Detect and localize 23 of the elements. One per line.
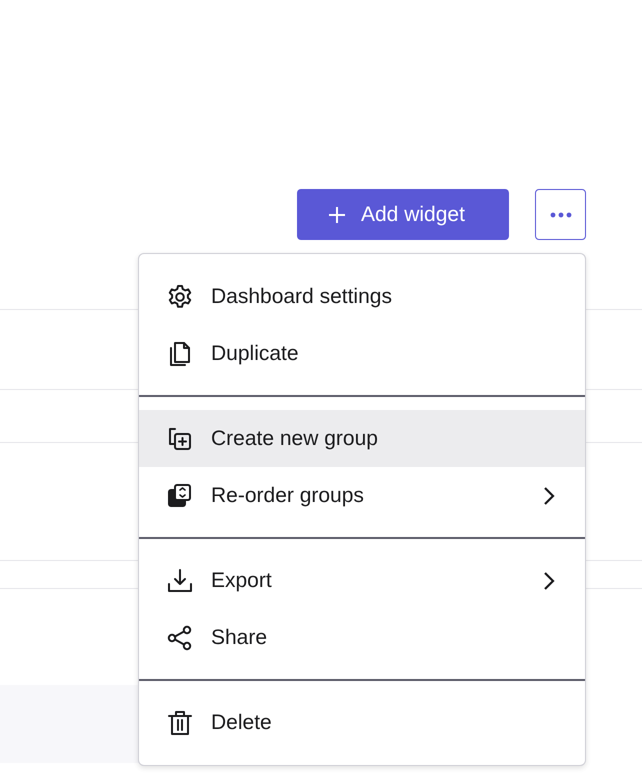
menu-item-label: Create new group [211,426,379,450]
trash-icon [166,708,194,736]
download-icon [166,566,194,594]
menu-item[interactable]: Dashboard settings [139,268,585,325]
share-icon [166,624,194,652]
menu-item-label: Duplicate [211,342,300,366]
add-widget-button[interactable]: Add widget [297,189,509,240]
more-icon [550,212,572,218]
menu-item[interactable]: Export [139,552,585,609]
reorder-icon [166,482,194,510]
menu-item-label: Dashboard settings [211,284,393,308]
menu-item[interactable]: Share [139,609,585,666]
menu-item[interactable]: Delete [139,694,585,751]
menu-item[interactable]: Re-order groups [139,467,585,524]
menu-item[interactable]: Duplicate [139,325,585,382]
menu-item-label: Export [211,568,273,592]
more-options-button[interactable] [535,189,586,240]
plus-icon [327,204,347,224]
menu-item-label: Delete [211,710,273,734]
menu-item[interactable]: Create new group [139,410,585,467]
menu-item-label: Re-order groups [211,484,365,508]
settings-icon [166,282,194,310]
menu-item-label: Share [211,626,268,650]
